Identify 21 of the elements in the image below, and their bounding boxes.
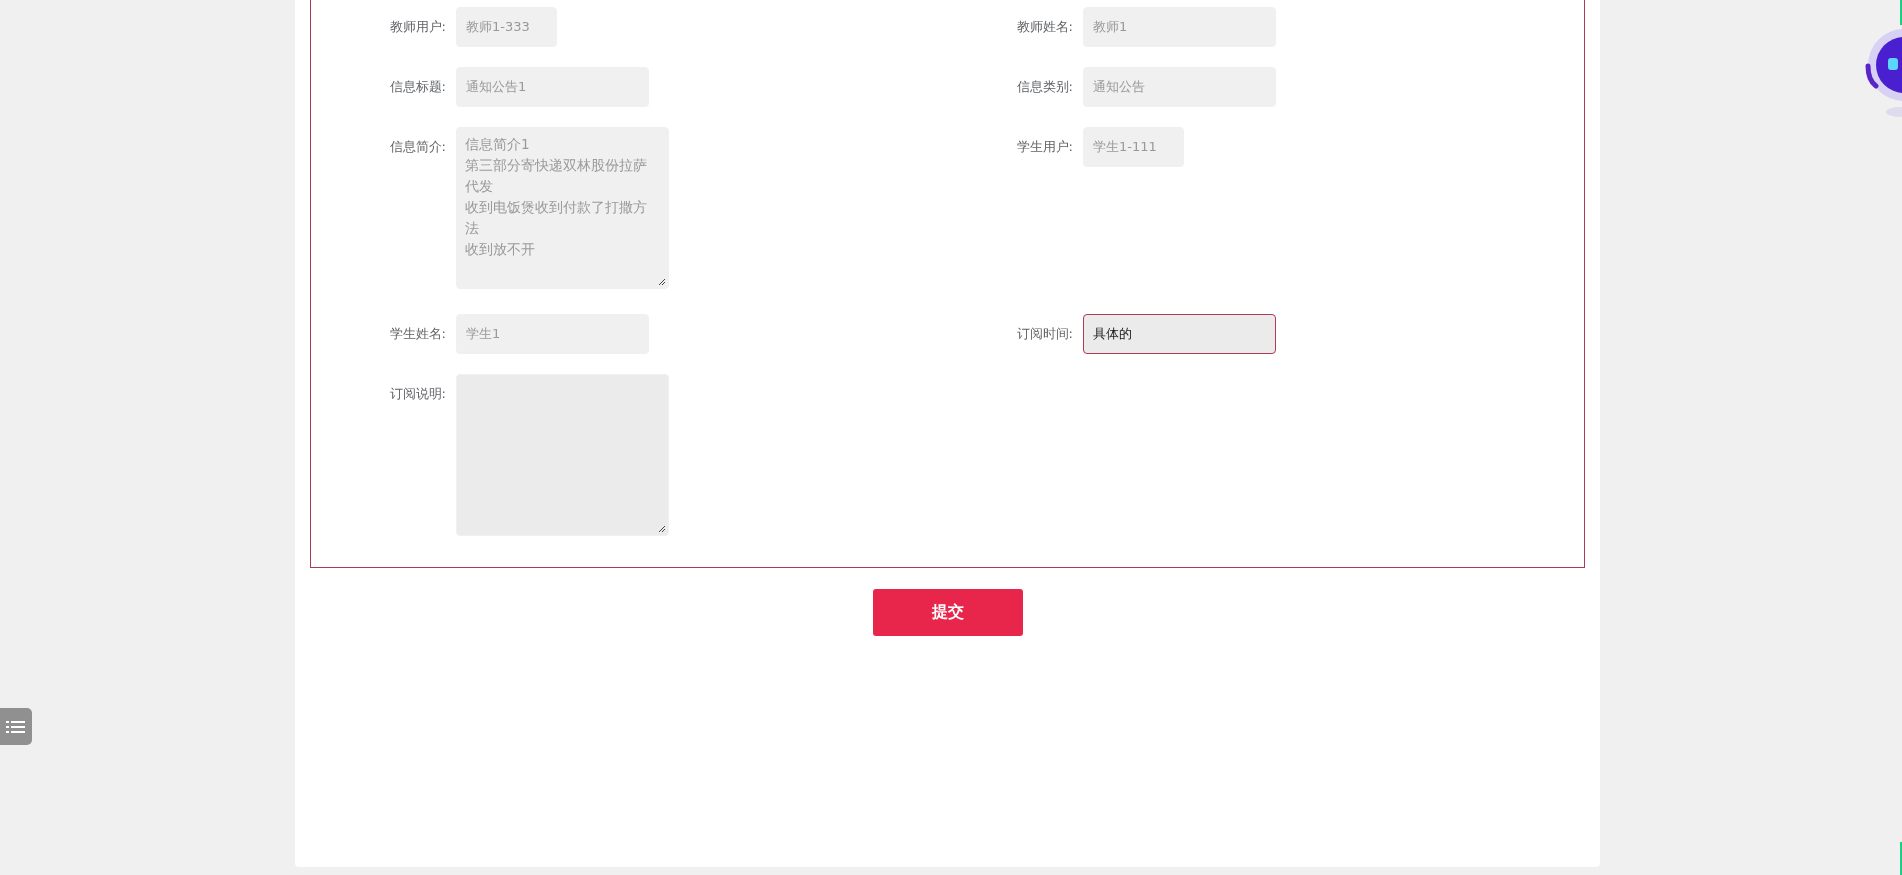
field-label: 教师用户: bbox=[388, 18, 446, 36]
text-line: 收到电饭煲收到付款了打撒方法 bbox=[465, 198, 648, 238]
input-field[interactable]: 具体的 bbox=[1083, 314, 1276, 354]
field-label: 教师姓名: bbox=[1015, 18, 1073, 36]
list-icon bbox=[6, 718, 26, 735]
field-label: 信息简介: bbox=[388, 138, 446, 156]
edge-marker bbox=[1900, 0, 1902, 25]
field-label: 信息标题: bbox=[388, 78, 446, 96]
field-label: 订阅说明: bbox=[388, 385, 446, 403]
field-label: 学生姓名: bbox=[388, 325, 446, 343]
resize-grip-icon[interactable] bbox=[658, 525, 666, 533]
field-label: 信息类别: bbox=[1015, 78, 1073, 96]
text-line: 收到放不开 bbox=[465, 240, 536, 259]
submit-button[interactable]: 提交 bbox=[872, 589, 1023, 636]
field-label: 订阅时间: bbox=[1015, 325, 1073, 343]
text-line: 信息简介1 bbox=[465, 135, 531, 154]
list-menu-button[interactable] bbox=[0, 708, 32, 745]
textarea-field[interactable] bbox=[456, 374, 669, 536]
edge-marker bbox=[1900, 842, 1902, 875]
field-label: 学生用户: bbox=[1015, 138, 1073, 156]
text-line: 第三部分寄快递双林股份拉萨代发 bbox=[465, 156, 648, 196]
